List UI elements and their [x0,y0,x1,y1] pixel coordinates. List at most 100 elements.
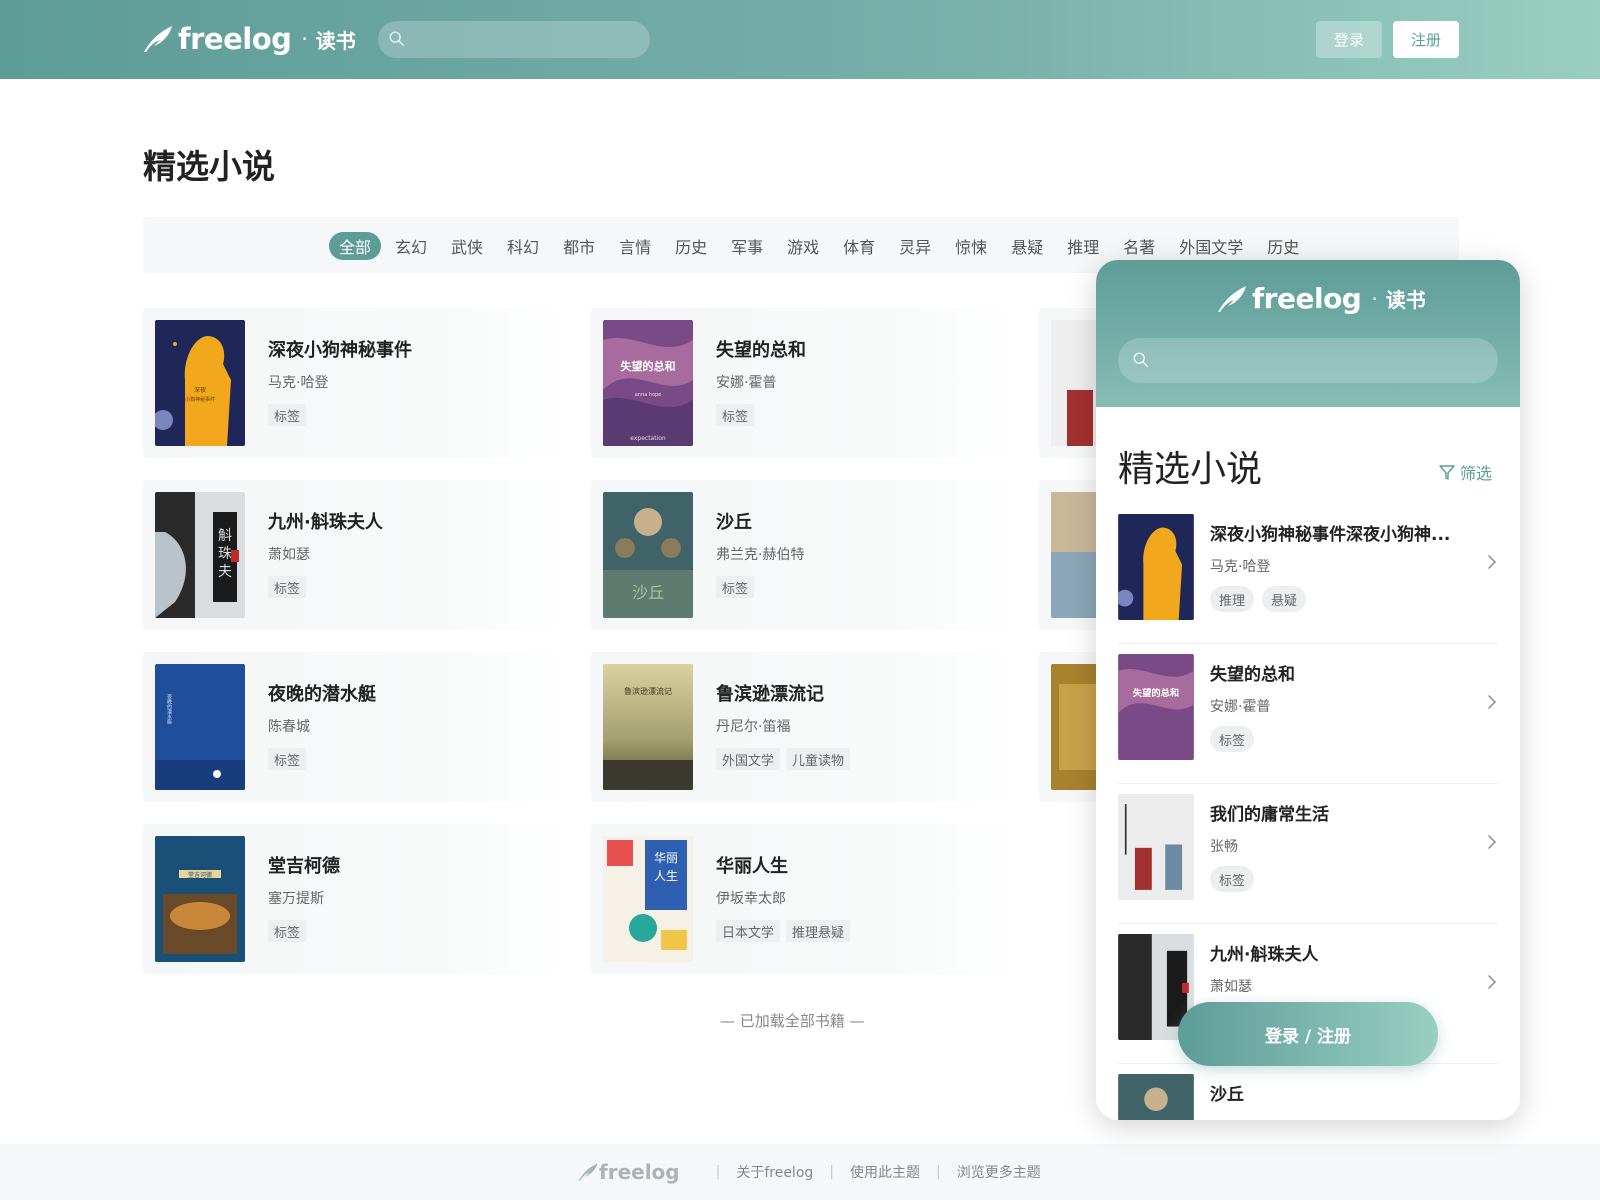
category-tab[interactable]: 历史 [665,232,717,260]
login-register-button[interactable]: 登录 / 注册 [1178,1002,1438,1066]
mobile-brand-logo[interactable]: freelog · 读书 [1216,282,1426,315]
book-tag: 推理悬疑 [786,920,851,942]
footer-separator: | [829,1164,834,1180]
category-tab[interactable]: 推理 [1057,232,1109,260]
category-tab[interactable]: 历史 [1257,232,1309,260]
book-tag: 标签 [268,748,307,770]
mobile-header: freelog · 读书 [1096,260,1520,407]
register-button[interactable]: 注册 [1393,21,1459,58]
list-item[interactable]: 深夜小狗神秘事件深夜小狗神... 马克·哈登 推理 悬疑 [1118,504,1498,644]
search-icon [388,30,406,48]
book-author: 安娜·霍普 [716,375,777,391]
book-card[interactable]: 华丽 人生 华丽人生 伊坂幸太郎 日本文学 推理悬疑 [591,824,1016,974]
mobile-page-title: 精选小说 [1118,449,1263,490]
book-tag: 标签 [268,920,307,942]
category-tab[interactable]: 武侠 [441,232,493,260]
svg-text:夫: 夫 [218,564,232,580]
book-card[interactable]: 堂吉诃德 堂吉柯德 塞万提斯 标签 [143,824,568,974]
svg-text:expectation: expectation [630,435,666,442]
brand-dot: · [1371,286,1378,311]
book-tag: 标签 [716,404,755,426]
chevron-right-icon [1486,554,1498,570]
book-tag: 日本文学 [716,920,781,942]
filter-button[interactable]: 筛选 [1438,460,1492,484]
book-card[interactable]: 失望的总和 anna hope expectation 失望的总和 安娜·霍普 … [591,308,1016,458]
book-author: 丹尼尔·笛福 [716,719,791,735]
book-title: 沙丘 [716,512,752,533]
book-author: 安娜·霍普 [1210,699,1271,715]
category-tab[interactable]: 都市 [553,232,605,260]
book-author: 马克·哈登 [1210,559,1271,575]
footer-link-about[interactable]: 关于freelog [736,1162,813,1182]
filter-label: 筛选 [1460,464,1493,483]
book-card[interactable]: 夜晚的潜水艇 夜晚的潜水艇 陈春城 标签 [143,652,568,802]
feather-logo-icon [1216,284,1248,314]
book-author: 伊坂幸太郎 [716,891,786,907]
book-card[interactable]: 鲁滨逊漂流记 鲁滨逊漂流记 丹尼尔·笛福 外国文学 儿童读物 [591,652,1016,802]
book-card[interactable]: 深夜 小狗神秘事件 深夜小狗神秘事件 马克·哈登 标签 [143,308,568,458]
category-tab[interactable]: 科幻 [497,232,549,260]
category-tab[interactable]: 外国文学 [1169,232,1253,260]
book-cover [1118,1074,1194,1120]
book-author: 弗兰克·赫伯特 [716,547,805,563]
book-tags: 标签 [716,576,760,598]
svg-text:珠: 珠 [218,546,232,562]
filter-icon [1439,465,1455,480]
category-tab[interactable]: 全部 [329,232,382,260]
book-tags: 日本文学 推理悬疑 [716,920,856,942]
footer-brand[interactable]: freelog [577,1160,680,1184]
book-tags: 标签 [268,404,312,426]
svg-text:失望的总和: 失望的总和 [1133,687,1179,699]
svg-text:沙丘: 沙丘 [632,583,664,602]
footer-separator: | [936,1164,941,1180]
book-author: 张畅 [1210,839,1238,855]
category-tab[interactable]: 玄幻 [385,232,437,260]
category-tab[interactable]: 惊悚 [945,232,997,260]
book-tag: 标签 [1210,726,1255,752]
book-card[interactable]: 斛 珠 夫 九州·斛珠夫人 萧如瑟 标签 [143,480,568,630]
book-tag: 悬疑 [1262,586,1307,612]
category-tab[interactable]: 游戏 [777,232,829,260]
brand-section: 读书 [315,28,356,53]
book-tags: 标签 [268,920,312,942]
chevron-right-icon [1486,834,1498,850]
svg-text:鲁滨逊漂流记: 鲁滨逊漂流记 [624,686,672,696]
search-icon [1132,351,1150,369]
category-tab[interactable]: 悬疑 [1001,232,1053,260]
book-tags: 标签 [1210,726,1262,752]
category-tab[interactable]: 体育 [833,232,885,260]
feather-logo-icon [577,1162,599,1182]
list-item[interactable]: 我们的庸常生活 张畅 标签 [1118,784,1498,924]
category-tab[interactable]: 军事 [721,232,773,260]
svg-text:anna hope: anna hope [635,392,662,398]
search-input[interactable] [378,21,650,58]
brand-logo[interactable]: freelog · 读书 [142,20,356,58]
list-item[interactable]: 失望的总和 失望的总和 安娜·霍普 标签 [1118,644,1498,784]
category-tab[interactable]: 灵异 [889,232,941,260]
category-tab[interactable]: 言情 [609,232,661,260]
category-tab[interactable]: 名著 [1113,232,1165,260]
footer-link-use-theme[interactable]: 使用此主题 [850,1162,920,1182]
book-title: 沙丘 [1210,1085,1244,1105]
brand-section: 读书 [1385,288,1426,312]
brand-name: freelog [1252,282,1362,315]
svg-text:夜晚的潜水艇: 夜晚的潜水艇 [166,693,172,725]
list-item[interactable]: 沙丘 [1118,1064,1498,1120]
footer-link-more-themes[interactable]: 浏览更多主题 [957,1162,1041,1182]
book-cover: 失望的总和 [1118,654,1194,760]
brand-dot: · [301,27,308,51]
svg-text:华丽: 华丽 [654,851,678,865]
book-title: 鲁滨逊漂流记 [716,684,824,705]
book-cover: 夜晚的潜水艇 [155,664,245,790]
loaded-all-text: — 已加载全部书籍 — [720,1012,865,1030]
brand-name: freelog [178,22,292,56]
book-cover: 鲁滨逊漂流记 [603,664,693,790]
book-title: 华丽人生 [716,856,788,877]
book-title: 失望的总和 [716,340,806,361]
svg-text:斛: 斛 [218,528,232,544]
mobile-search-input[interactable] [1118,338,1498,383]
book-card[interactable]: 沙丘 沙丘 弗兰克·赫伯特 标签 [591,480,1016,630]
login-button[interactable]: 登录 [1316,21,1382,58]
book-tag: 标签 [716,576,755,598]
book-cover [1118,794,1194,900]
